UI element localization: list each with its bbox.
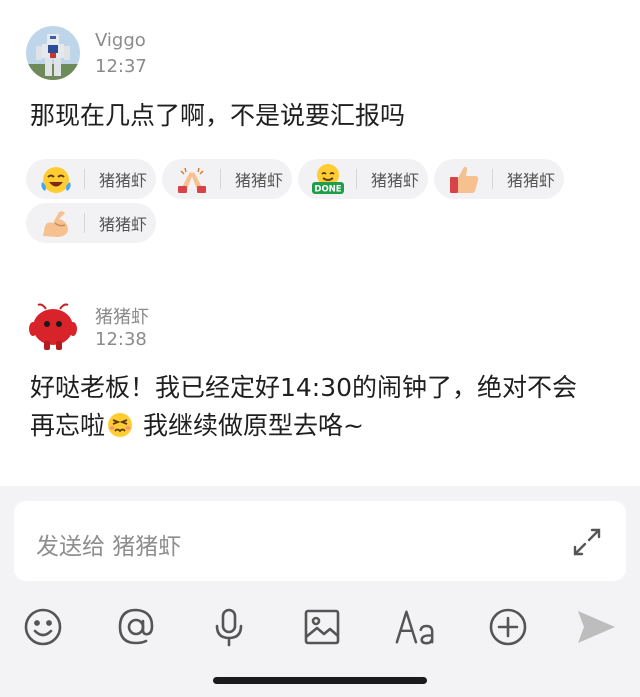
- reaction-chip[interactable]: 猪猪虾: [162, 159, 292, 199]
- done-emoji-icon: DONE: [310, 162, 346, 196]
- robot-avatar-icon: [26, 26, 80, 80]
- reaction-user: 猪猪虾: [371, 171, 420, 190]
- persevering-face-emoji-icon: [107, 411, 133, 437]
- avatar-zhuzhuxia[interactable]: [26, 299, 80, 353]
- message-time: 12:37: [95, 56, 147, 77]
- mention-icon[interactable]: [115, 606, 157, 648]
- expand-icon[interactable]: [570, 525, 604, 559]
- message-text-part2: 我继续做原型去咯~: [135, 411, 364, 440]
- reaction-chip[interactable]: 猪猪虾: [26, 203, 156, 243]
- crying-laughing-emoji-icon: [38, 162, 74, 196]
- reaction-chip[interactable]: 猪猪虾: [26, 159, 156, 199]
- svg-text:DONE: DONE: [314, 185, 341, 195]
- reaction-divider: [220, 169, 221, 189]
- message-text: 那现在几点了啊，不是说要汇报吗: [30, 101, 406, 130]
- add-icon[interactable]: [487, 606, 529, 648]
- composer-toolbar: [0, 600, 640, 652]
- reaction-user: 猪猪虾: [99, 215, 148, 234]
- home-indicator[interactable]: [213, 677, 427, 684]
- avatar-viggo[interactable]: [26, 26, 80, 80]
- reaction-user: 猪猪虾: [99, 171, 148, 190]
- sender-name[interactable]: 猪猪虾: [95, 303, 149, 329]
- red-creature-avatar-icon: [29, 303, 77, 350]
- praying-hands-emoji-icon: [174, 162, 210, 196]
- reaction-divider: [84, 213, 85, 233]
- reaction-user: 猪猪虾: [507, 171, 556, 190]
- reaction-divider: [84, 169, 85, 189]
- sender-name[interactable]: Viggo: [95, 30, 146, 51]
- send-icon[interactable]: [575, 606, 617, 648]
- microphone-icon[interactable]: [208, 606, 250, 648]
- text-format-icon[interactable]: [394, 606, 436, 648]
- message-input[interactable]: 发送给 猪猪虾: [14, 501, 626, 581]
- emoji-icon[interactable]: [22, 606, 64, 648]
- message-text: 好哒老板！我已经定好14:30的闹钟了，绝对不会再忘啦 我继续做原型去咯~: [30, 369, 590, 445]
- thumbs-up-emoji-icon: [446, 162, 482, 196]
- reaction-list: 猪猪虾 猪猪虾 DONE 猪猪虾 猪猪虾 猪猪虾: [26, 159, 620, 243]
- flexed-biceps-emoji-icon: [38, 206, 74, 240]
- reaction-chip[interactable]: DONE 猪猪虾: [298, 159, 428, 199]
- reaction-chip[interactable]: 猪猪虾: [434, 159, 564, 199]
- message-time: 12:38: [95, 329, 147, 350]
- input-placeholder: 发送给 猪猪虾: [36, 534, 182, 560]
- reaction-divider: [356, 169, 357, 189]
- reaction-divider: [492, 169, 493, 189]
- image-icon[interactable]: [301, 606, 343, 648]
- reaction-user: 猪猪虾: [235, 171, 284, 190]
